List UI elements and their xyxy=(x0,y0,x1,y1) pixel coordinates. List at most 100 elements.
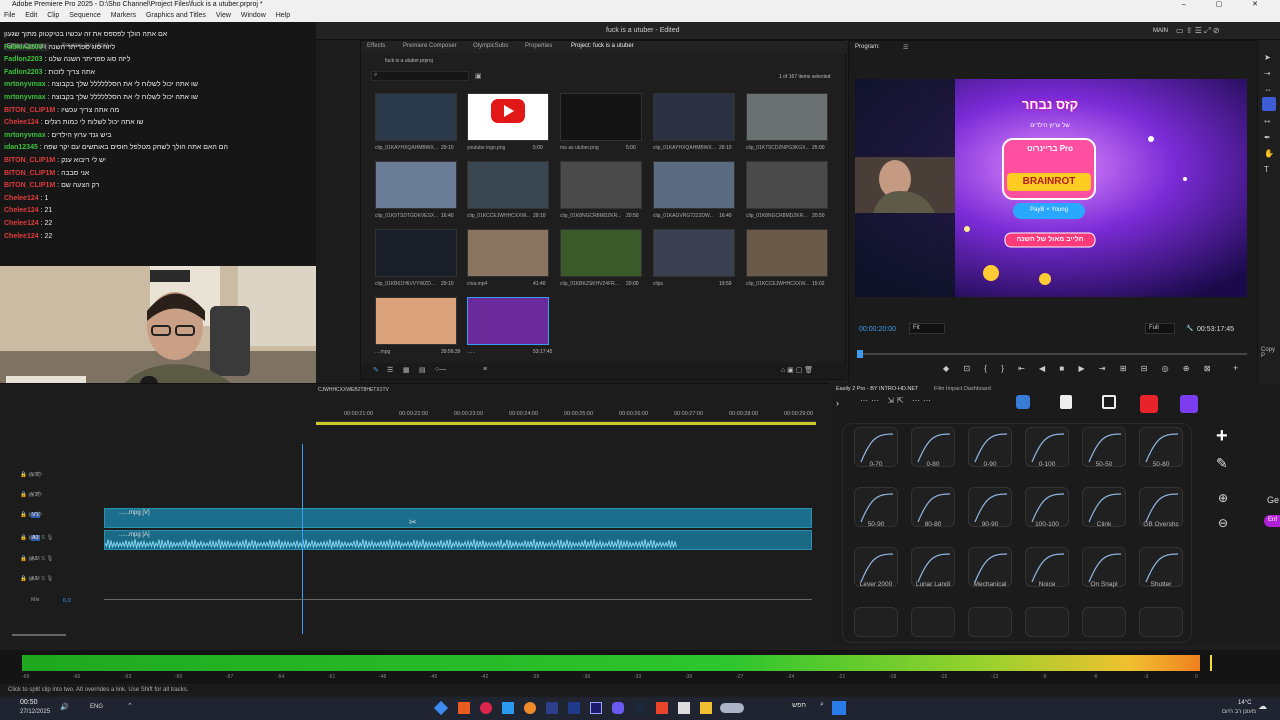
track-label[interactable]: Mix xyxy=(31,597,40,603)
project-item-thumbnail[interactable] xyxy=(467,229,549,277)
menu-clip[interactable]: Clip xyxy=(47,12,59,19)
menu-sequence[interactable]: Sequence xyxy=(69,12,101,19)
project-item-thumbnail[interactable] xyxy=(375,297,457,345)
track-controls-icons[interactable]: 🔒 ▤ 👁 xyxy=(20,512,42,518)
menu-view[interactable]: View xyxy=(216,12,231,19)
razor-tool-active[interactable] xyxy=(1262,97,1276,111)
project-item-thumbnail[interactable] xyxy=(560,93,642,141)
keyframe-tools-icons[interactable]: ⋯⋯ ⇲⇱ ⋯⋯ xyxy=(860,396,934,405)
speaker-icon[interactable]: 🔊 xyxy=(60,703,69,711)
fit-dropdown[interactable]: Fit xyxy=(909,323,945,334)
program-scrubber[interactable] xyxy=(857,353,1247,355)
track-controls-icons[interactable]: 🔒 ▤ M S 🎙 xyxy=(20,576,53,582)
playhead-line[interactable] xyxy=(302,444,303,634)
menu-graphics[interactable]: Graphics and Titles xyxy=(146,12,206,19)
app-icon-1[interactable] xyxy=(433,700,449,716)
easing-preset[interactable] xyxy=(911,607,955,637)
freeform-view-icon[interactable]: ▤ xyxy=(419,366,426,374)
project-item-thumbnail[interactable] xyxy=(375,161,457,209)
app-icon-2[interactable] xyxy=(458,702,470,714)
track-controls-icons[interactable]: 🔒 ▤ 👁 xyxy=(20,492,42,498)
tab-film-impact[interactable]: Film Impact Dashboard xyxy=(934,386,991,392)
project-item-thumbnail[interactable] xyxy=(653,93,735,141)
tab-properties[interactable]: Properties xyxy=(525,43,552,49)
video-clip[interactable]: ......mpg [V] xyxy=(104,508,812,528)
workspace-icons[interactable]: ▭ ⇪ ☰ ⤢ ⊘ xyxy=(1176,26,1219,36)
delete-icon[interactable] xyxy=(1140,395,1158,413)
app-icon-6[interactable] xyxy=(546,702,558,714)
menu-edit[interactable]: Edit xyxy=(25,12,37,19)
tab-easily[interactable]: Easily 2 Pro - BY INTRO-HD.NET xyxy=(836,386,918,392)
wrench-icon[interactable]: 🔧 xyxy=(1186,325,1193,332)
app-icon-store[interactable] xyxy=(678,702,690,714)
project-item-thumbnail[interactable] xyxy=(653,229,735,277)
program-menu-icon[interactable]: ☰ xyxy=(903,44,908,51)
sequence-tab[interactable]: CJWHHCXXWEB2T8HETX1TV xyxy=(318,387,389,393)
easing-preset[interactable] xyxy=(1025,607,1069,637)
new-bin-icon[interactable]: ▣ xyxy=(475,72,482,80)
forward-icon[interactable] xyxy=(1180,395,1198,413)
easing-preset[interactable] xyxy=(1082,607,1126,637)
transport-controls[interactable]: ◆ ⊡ { } ⇤ ◀ ■ ▶ ⇥ ⊞ ⊟ ◎ ⊕ ⊠ xyxy=(943,364,1216,373)
project-item-thumbnail[interactable] xyxy=(560,229,642,277)
app-icon-5[interactable] xyxy=(524,702,536,714)
timeline-ruler[interactable]: 00:00:21:00 00:00:22:00 00:00:23:00 00:00:2… xyxy=(316,408,816,422)
tab-premiere-composer[interactable]: Premiere Composer xyxy=(403,43,457,49)
program-video[interactable]: קזס נבחר של ערוץ הילדים בריינרוט Pro BRA… xyxy=(855,79,1247,297)
app-icon-aftereffects[interactable] xyxy=(568,702,580,714)
quality-dropdown[interactable]: Full xyxy=(1145,323,1175,334)
project-item-thumbnail[interactable] xyxy=(467,161,549,209)
search-icon[interactable]: ⌕ xyxy=(820,701,824,709)
mix-value[interactable]: 0.0 xyxy=(63,598,71,604)
paste-icon[interactable] xyxy=(1102,395,1116,409)
workspace-label[interactable]: MAIN xyxy=(1153,28,1168,34)
chevron-right-icon[interactable]: › xyxy=(836,398,839,408)
taskbar-search[interactable]: חפש xyxy=(792,702,806,709)
project-item-thumbnail[interactable] xyxy=(746,161,828,209)
work-area-bar[interactable] xyxy=(316,422,816,425)
app-icon-explorer[interactable] xyxy=(700,702,712,714)
menu-help[interactable]: Help xyxy=(276,12,290,19)
track-controls-icons[interactable]: 🔒 ▤ 👁 xyxy=(20,472,42,478)
zoom-out-icon[interactable]: ⊖ xyxy=(1218,516,1228,530)
tab-effects[interactable]: Effects xyxy=(367,43,385,49)
project-search-input[interactable]: ⌕ xyxy=(371,71,469,81)
tool-icons[interactable]: ➤⇢⇔✂⇿✒✋T xyxy=(1264,50,1276,178)
track-controls-icons[interactable]: 🔒 ▤ M S 🎙 xyxy=(20,556,53,562)
tray-chevron-icon[interactable]: ⌃ xyxy=(127,702,133,710)
app-icon-4[interactable] xyxy=(502,702,514,714)
audio-clip[interactable]: ......mpg [A] xyxy=(104,530,812,550)
pencil-icon[interactable]: ✎ xyxy=(373,366,379,374)
weather-temp[interactable]: 14°C xyxy=(1238,700,1251,706)
project-item-thumbnail[interactable] xyxy=(560,161,642,209)
icon-view-icon[interactable]: ▦ xyxy=(403,366,410,374)
add-preset-icon[interactable]: + xyxy=(1216,425,1228,448)
window-controls[interactable]: – ▢ ✕ xyxy=(1182,0,1272,10)
easing-preset[interactable] xyxy=(968,607,1012,637)
sort-icon[interactable]: ≡ xyxy=(483,366,487,373)
app-icon-3[interactable] xyxy=(480,702,492,714)
program-playhead[interactable] xyxy=(857,350,863,358)
easing-preset[interactable] xyxy=(1139,607,1183,637)
project-item-thumbnail[interactable] xyxy=(653,161,735,209)
menu-markers[interactable]: Markers xyxy=(111,12,136,19)
app-icon-widget[interactable] xyxy=(720,703,744,713)
app-icon-discord[interactable] xyxy=(612,702,624,714)
tab-project[interactable]: Project: fuck is a utuber xyxy=(571,43,634,49)
project-item-thumbnail[interactable] xyxy=(375,229,457,277)
program-timecode[interactable]: 00:00:20:00 xyxy=(859,326,896,333)
project-item-thumbnail[interactable] xyxy=(746,229,828,277)
zoom-in-icon[interactable]: ⊕ xyxy=(1218,491,1228,505)
easing-preset[interactable] xyxy=(854,607,898,637)
refresh-icon[interactable] xyxy=(1016,395,1030,409)
copy-icon[interactable] xyxy=(1060,395,1072,409)
zoom-scrollbar[interactable] xyxy=(12,634,66,636)
app-icon-premiere[interactable] xyxy=(590,702,602,714)
taskbar-time[interactable]: 00:50 xyxy=(20,699,38,706)
edit-preset-icon[interactable]: ✎ xyxy=(1216,455,1228,472)
project-item-thumbnail[interactable] xyxy=(746,93,828,141)
track-controls-icons[interactable]: 🔒 ▤ M S 🎙 xyxy=(20,535,53,541)
app-icon-steam[interactable] xyxy=(634,702,646,714)
add-button-icon[interactable]: + xyxy=(1233,363,1238,373)
project-item-thumbnail[interactable] xyxy=(467,297,549,345)
